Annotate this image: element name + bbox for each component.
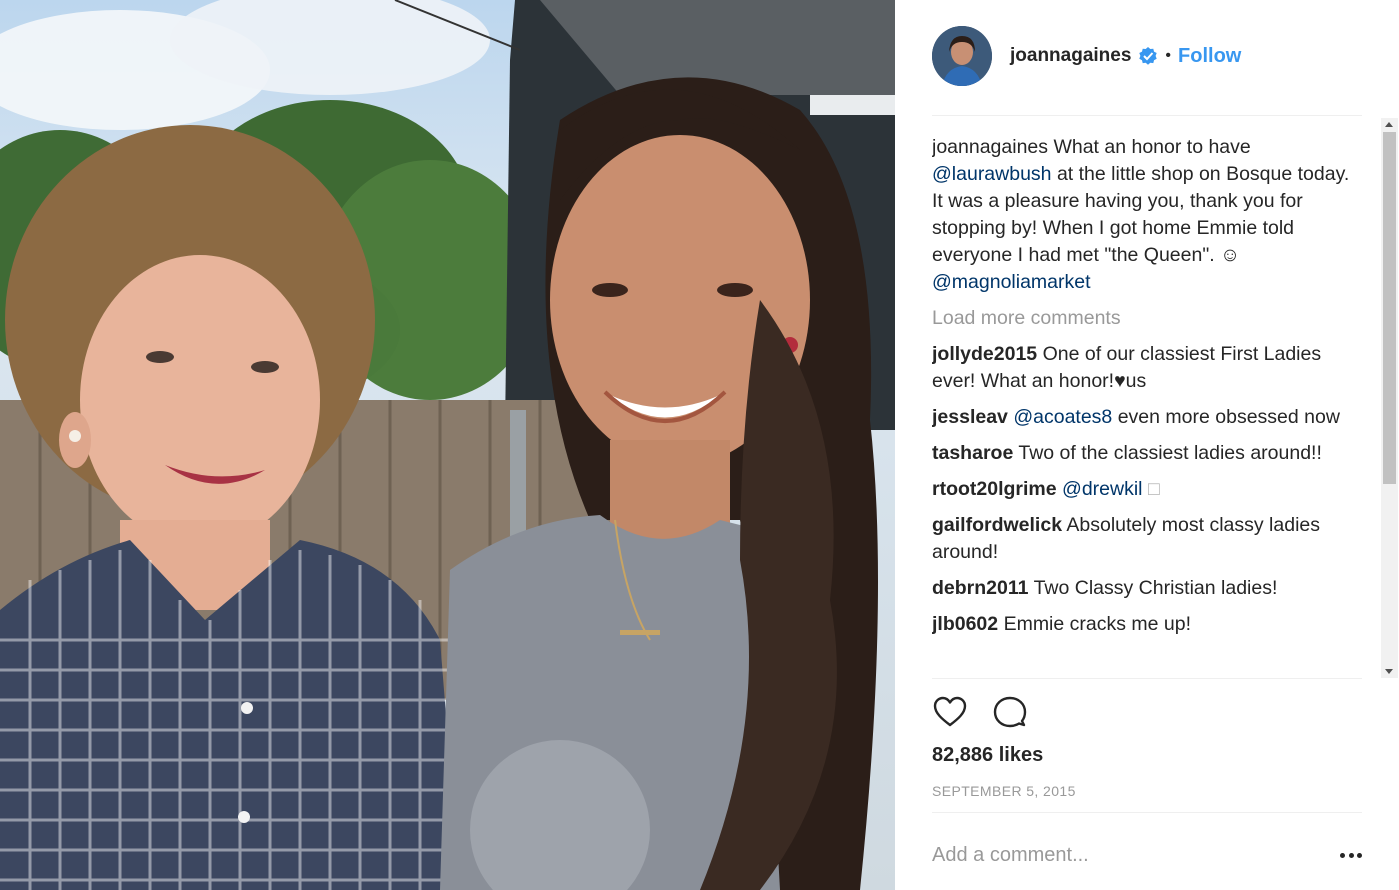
- comments-divider: [932, 678, 1362, 679]
- comment-text: even more obsessed now: [1117, 406, 1340, 428]
- comment-text: Two of the classiest ladies around!!: [1018, 442, 1322, 464]
- add-comment-input[interactable]: [932, 843, 1312, 867]
- caption-mention-2[interactable]: @magnoliamarket: [932, 271, 1091, 293]
- comment-username[interactable]: gailfordwelick: [932, 514, 1062, 536]
- add-comment-bar: [932, 838, 1362, 872]
- comment-username[interactable]: tasharoe: [932, 442, 1013, 464]
- comment-text: Emmie cracks me up!: [1003, 613, 1192, 635]
- comment-text: Two Classy Christian ladies!: [1033, 577, 1278, 599]
- post-username[interactable]: joannagaines: [1010, 45, 1131, 67]
- header-separator: •: [1165, 47, 1172, 64]
- comment-username[interactable]: jollyde2015: [932, 343, 1037, 365]
- verified-badge-icon: [1139, 47, 1158, 65]
- comment-item: rtoot20lgrime @drewkil □: [932, 476, 1362, 503]
- caption-username[interactable]: joannagaines: [932, 136, 1048, 158]
- more-dot: [1340, 852, 1345, 858]
- scroll-up-arrow-icon[interactable]: [1385, 122, 1393, 127]
- comment-item: jessleav @acoates8 even more obsessed no…: [932, 404, 1362, 431]
- heart-icon[interactable]: [932, 694, 968, 730]
- more-dot: [1357, 852, 1362, 858]
- post-header: joannagaines • Follow: [932, 26, 1362, 86]
- comment-mention[interactable]: @drewkil: [1062, 478, 1142, 500]
- comment-username[interactable]: debrn2011: [932, 577, 1028, 599]
- comment-item: debrn2011 Two Classy Christian ladies!: [932, 575, 1362, 602]
- comments-list[interactable]: joannagaines What an honor to have @laur…: [932, 134, 1362, 674]
- comment-item: jollyde2015 One of our classiest First L…: [932, 341, 1362, 395]
- user-avatar[interactable]: [932, 26, 992, 86]
- load-more-comments-button[interactable]: Load more comments: [932, 305, 1362, 332]
- comment-bubble-icon[interactable]: [992, 694, 1028, 730]
- caption-text-1: What an honor to have: [1053, 136, 1251, 158]
- post-photo: [0, 0, 895, 890]
- comment-username[interactable]: jessleav: [932, 406, 1008, 428]
- more-dot: [1348, 852, 1354, 858]
- post-side-panel: joannagaines • Follow joannagaines What …: [895, 0, 1399, 890]
- post-date[interactable]: SEPTEMBER 5, 2015: [932, 783, 1076, 799]
- post-caption: joannagaines What an honor to have @laur…: [932, 134, 1362, 296]
- scrollbar-thumb[interactable]: [1383, 132, 1396, 484]
- likes-count[interactable]: 82,886 likes: [932, 744, 1043, 767]
- comment-username[interactable]: jlb0602: [932, 613, 998, 635]
- photo-illustration: [0, 0, 895, 890]
- comment-item: gailfordwelick Absolutely most classy la…: [932, 512, 1362, 566]
- scroll-down-arrow-icon[interactable]: [1385, 669, 1393, 674]
- caption-mention-1[interactable]: @laurawbush: [932, 163, 1052, 185]
- avatar-image: [932, 26, 992, 86]
- more-options-icon[interactable]: [1340, 852, 1362, 858]
- header-divider: [932, 115, 1362, 116]
- post-actions: [932, 694, 1052, 730]
- footer-divider: [932, 812, 1362, 813]
- comment-item: jlb0602 Emmie cracks me up!: [932, 611, 1362, 638]
- comment-username[interactable]: rtoot20lgrime: [932, 478, 1057, 500]
- comments-scrollbar[interactable]: [1381, 118, 1398, 678]
- comment-mention[interactable]: @acoates8: [1013, 406, 1112, 428]
- comment-text: □: [1147, 478, 1160, 500]
- follow-button[interactable]: Follow: [1178, 45, 1241, 68]
- comment-item: tasharoe Two of the classiest ladies aro…: [932, 440, 1362, 467]
